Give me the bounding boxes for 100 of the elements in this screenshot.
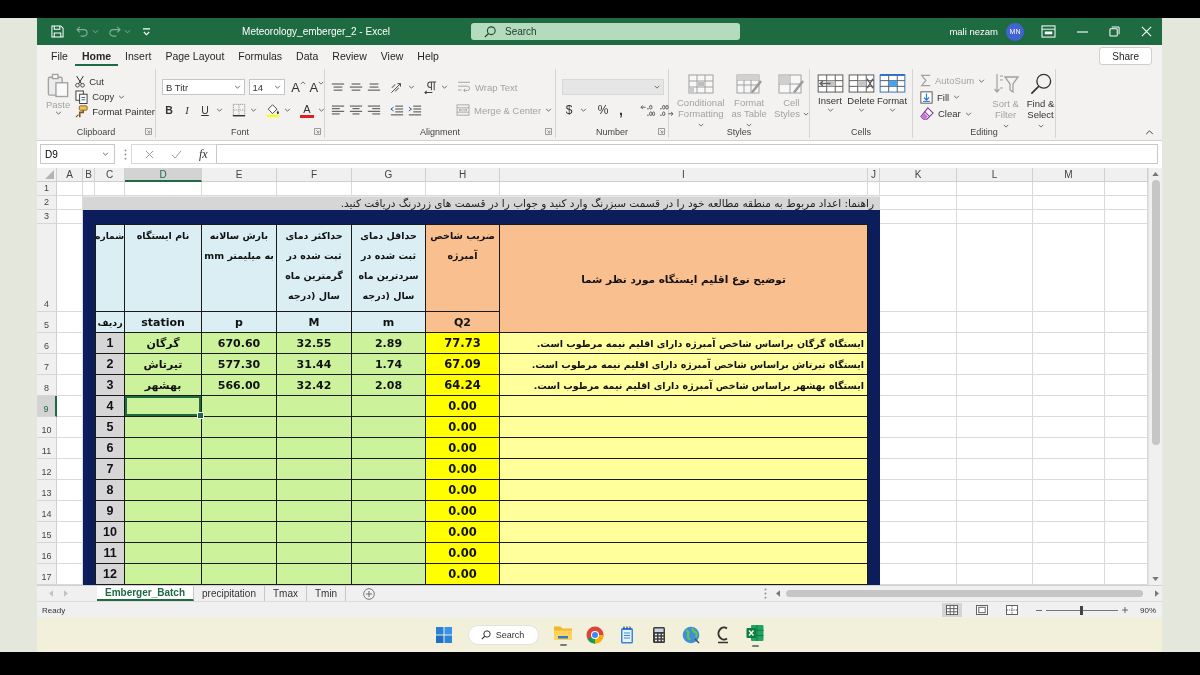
dialog-launcher-icon[interactable] xyxy=(545,128,552,135)
row-header[interactable]: 8 xyxy=(37,375,57,396)
row-header[interactable]: 15 xyxy=(37,522,57,543)
minimize-icon[interactable] xyxy=(1077,30,1088,33)
column-header[interactable]: B xyxy=(83,168,95,182)
customize-icon[interactable] xyxy=(142,27,151,36)
align-bottom-icon[interactable] xyxy=(367,82,381,92)
column-header[interactable]: K xyxy=(880,168,957,182)
menu-tab[interactable]: File xyxy=(44,45,75,66)
cancel-icon[interactable] xyxy=(145,149,154,159)
clear-button[interactable]: Clear xyxy=(920,106,986,121)
align-top-icon[interactable] xyxy=(331,82,345,92)
column-header[interactable]: L xyxy=(957,168,1033,182)
bold-button[interactable]: B xyxy=(162,102,176,118)
zoom-slider-thumb[interactable] xyxy=(1079,605,1083,615)
column-header[interactable]: E xyxy=(202,168,277,182)
select-all-button[interactable] xyxy=(37,168,57,182)
restore-icon[interactable] xyxy=(1109,26,1120,37)
row-header[interactable]: 12 xyxy=(37,459,57,480)
cut-button[interactable]: Cut xyxy=(75,74,155,89)
scroll-up-icon[interactable] xyxy=(1152,172,1159,176)
taskbar-search-button[interactable]: Search xyxy=(467,625,540,645)
dialog-launcher-icon[interactable] xyxy=(145,128,152,135)
caret-icon[interactable] xyxy=(318,108,325,112)
borders-icon[interactable] xyxy=(232,103,246,117)
splitter-icon[interactable] xyxy=(124,148,127,160)
font-size-dropdown[interactable]: 14 xyxy=(248,79,285,95)
caret-icon[interactable] xyxy=(216,108,223,112)
formula-input[interactable] xyxy=(215,144,1158,164)
italic-button[interactable]: I xyxy=(180,102,194,118)
column-header[interactable]: H xyxy=(426,168,500,182)
row-header[interactable]: 16 xyxy=(37,543,57,564)
insert-button[interactable]: Insert xyxy=(816,74,844,125)
column-header[interactable]: C xyxy=(95,168,125,182)
percent-button[interactable]: % xyxy=(596,102,610,118)
menu-tab[interactable]: Insert xyxy=(118,45,159,66)
align-middle-icon[interactable] xyxy=(349,82,363,92)
row-header[interactable]: 14 xyxy=(37,501,57,522)
fill-button[interactable]: Fill xyxy=(920,89,986,105)
search-field[interactable]: Search xyxy=(471,23,740,40)
align-center-icon[interactable] xyxy=(349,105,363,115)
row-header[interactable]: 7 xyxy=(37,354,57,375)
menu-tab[interactable]: View xyxy=(373,45,411,66)
sheet-tab[interactable]: Emberger_Batch xyxy=(97,586,195,601)
delete-button[interactable]: Delete xyxy=(847,74,875,125)
row-header[interactable]: 2 xyxy=(37,196,57,210)
dialog-launcher-icon[interactable] xyxy=(658,128,665,135)
font-color-button[interactable]: A xyxy=(300,102,314,118)
collapse-ribbon-icon[interactable] xyxy=(1145,130,1154,135)
close-icon[interactable] xyxy=(1141,26,1152,37)
decrease-decimal-icon[interactable] xyxy=(659,103,674,117)
currency-button[interactable]: $ xyxy=(562,102,576,118)
row-header[interactable]: 9 xyxy=(37,396,57,417)
shrink-font-button[interactable]: A xyxy=(309,79,324,95)
copy-button[interactable]: Copy xyxy=(75,89,155,104)
scroll-left-icon[interactable] xyxy=(776,590,780,597)
zoom-in-icon[interactable] xyxy=(1122,607,1128,613)
zoom-level-text[interactable]: 90% xyxy=(1140,605,1156,615)
save-icon[interactable] xyxy=(51,25,64,38)
row-header[interactable]: 4 xyxy=(37,224,57,312)
menu-tab[interactable]: Review xyxy=(325,45,374,66)
underline-button[interactable]: U xyxy=(198,102,212,118)
splitter-icon[interactable] xyxy=(764,588,767,599)
enter-icon[interactable] xyxy=(171,149,182,159)
align-right-icon[interactable] xyxy=(367,105,381,115)
increase-decimal-icon[interactable] xyxy=(640,103,655,117)
caret-icon[interactable] xyxy=(441,85,448,89)
find-select-button[interactable]: Find & Select xyxy=(1026,69,1055,125)
dialog-launcher-icon[interactable] xyxy=(314,128,321,135)
comma-style-button[interactable]: , xyxy=(614,102,628,118)
row-header[interactable]: 6 xyxy=(37,333,57,354)
row-header[interactable]: 3 xyxy=(37,210,57,224)
grow-font-button[interactable]: A xyxy=(291,79,306,95)
caret-icon[interactable] xyxy=(408,85,415,89)
vertical-scrollbar[interactable] xyxy=(1148,168,1162,585)
fill-handle[interactable] xyxy=(197,412,204,419)
column-header[interactable]: J xyxy=(868,168,880,182)
format-painter-button[interactable]: Format Painter xyxy=(75,104,155,119)
menu-tab[interactable]: Page Layout xyxy=(158,45,232,66)
scroll-right-icon[interactable] xyxy=(1155,590,1159,597)
caret-icon[interactable] xyxy=(284,108,291,112)
column-header[interactable]: F xyxy=(277,168,352,182)
align-left-icon[interactable] xyxy=(331,105,345,115)
font-name-dropdown[interactable]: B Titr xyxy=(162,79,245,95)
add-sheet-icon[interactable] xyxy=(363,587,376,600)
row-header[interactable]: 1 xyxy=(37,182,57,196)
orientation-icon[interactable] xyxy=(390,80,404,94)
scroll-down-icon[interactable] xyxy=(1152,577,1159,581)
row-header[interactable]: 10 xyxy=(37,417,57,438)
name-box[interactable]: D9 xyxy=(40,144,115,164)
column-header[interactable]: D xyxy=(125,168,202,182)
menu-tab[interactable]: Data xyxy=(289,45,326,66)
column-header[interactable]: I xyxy=(500,168,868,182)
row-header[interactable]: 17 xyxy=(37,564,57,585)
decrease-indent-icon[interactable] xyxy=(390,104,404,116)
menu-tab[interactable]: Formulas xyxy=(231,45,290,66)
caret-icon[interactable] xyxy=(580,108,587,112)
row-header[interactable]: 11 xyxy=(37,438,57,459)
column-header[interactable]: A xyxy=(57,168,83,182)
insert-function-button[interactable]: fx xyxy=(199,146,208,162)
